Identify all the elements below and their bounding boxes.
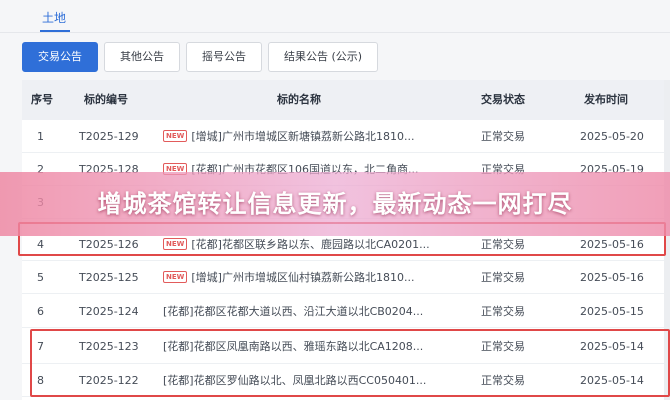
- row-date: 2025-05-16: [580, 271, 644, 284]
- highlight-box-rows-7-8: [30, 329, 670, 397]
- row-date: 2025-05-20: [580, 130, 644, 143]
- table-row[interactable]: 5 T2025-125 NEW [增城]广州市增城区仙村镇荔新公路北1810...…: [22, 261, 670, 294]
- tab-result-announcement[interactable]: 结果公告 (公示): [268, 42, 379, 72]
- column-header-date: 发布时间: [584, 93, 628, 106]
- row-name: [增城]广州市增城区仙村镇荔新公路北1810...: [191, 271, 415, 284]
- row-index: 5: [37, 271, 44, 284]
- tab-land[interactable]: 土地: [42, 6, 66, 30]
- row-name-link[interactable]: [花都]花都区花都大道以西、沿江大道以北CB0204...: [163, 295, 437, 328]
- table-row[interactable]: 6 T2025-124 [花都]花都区花都大道以西、沿江大道以北CB0204..…: [22, 295, 670, 328]
- divider: [0, 32, 670, 33]
- row-status: 正常交易: [481, 305, 525, 318]
- row-date: 2025-05-15: [580, 305, 644, 318]
- tab-other-announcement[interactable]: 其他公告: [104, 42, 180, 72]
- tab-trading-announcement[interactable]: 交易公告: [22, 42, 98, 72]
- row-name-link[interactable]: NEW [增城]广州市增城区仙村镇荔新公路北1810...: [163, 261, 437, 294]
- column-header-name: 标的名称: [277, 93, 321, 106]
- row-code: T2025-124: [79, 305, 139, 318]
- row-name: [增城]广州市增城区新塘镇荔新公路北1810...: [191, 130, 415, 143]
- row-index: 1: [37, 130, 44, 143]
- table-row[interactable]: 1 T2025-129 NEW [增城]广州市增城区新塘镇荔新公路北1810...…: [22, 120, 670, 153]
- page: 土地 交易公告 其他公告 摇号公告 结果公告 (公示) 序号 标的编号 标的名称…: [0, 0, 670, 400]
- new-badge: NEW: [163, 271, 188, 283]
- row-status: 正常交易: [481, 130, 525, 143]
- row-code: T2025-125: [79, 271, 139, 284]
- announcement-tabs: 交易公告 其他公告 摇号公告 结果公告 (公示): [22, 42, 379, 72]
- row-index: 6: [37, 305, 44, 318]
- row-code: T2025-129: [79, 130, 139, 143]
- column-header-index: 序号: [31, 93, 53, 106]
- table-header: 序号 标的编号 标的名称 交易状态 发布时间: [22, 80, 670, 120]
- tab-lottery-announcement[interactable]: 摇号公告: [186, 42, 262, 72]
- headline-text: 增城茶馆转让信息更新，最新动态一网打尽: [97, 190, 573, 218]
- row-name-link[interactable]: NEW [增城]广州市增城区新塘镇荔新公路北1810...: [163, 120, 437, 153]
- new-badge: NEW: [163, 130, 188, 142]
- column-header-status: 交易状态: [481, 93, 525, 106]
- column-header-code: 标的编号: [84, 93, 128, 106]
- row-status: 正常交易: [481, 271, 525, 284]
